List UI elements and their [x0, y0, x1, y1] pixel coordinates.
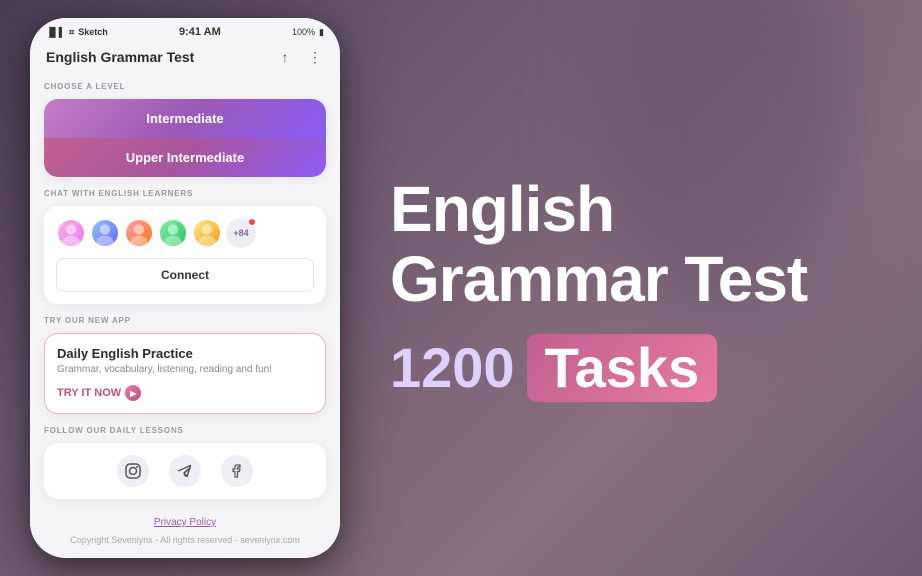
avatar-2	[90, 218, 120, 248]
new-app-section-label: TRY OUR NEW APP	[44, 316, 326, 325]
new-app-title: Daily English Practice	[57, 346, 313, 361]
heading-line2: Grammar Test	[390, 244, 882, 314]
intermediate-button[interactable]: Intermediate	[44, 99, 326, 138]
carrier-label: Sketch	[78, 27, 108, 37]
chat-card: +84 Connect	[44, 206, 326, 304]
new-app-card: Daily English Practice Grammar, vocabula…	[44, 333, 326, 414]
telegram-icon[interactable]	[169, 455, 201, 487]
level-section-label: CHOOSE A LEVEL	[44, 82, 326, 91]
new-app-description: Grammar, vocabulary, listening, reading …	[57, 364, 313, 375]
copyright-text: Copyright Sevenlynx - All rights reserve…	[70, 535, 300, 545]
signal-bars: ▐▌▌	[46, 27, 65, 37]
battery-icon: ▮	[319, 27, 324, 38]
connect-button[interactable]: Connect	[56, 258, 314, 292]
status-time: 9:41 AM	[179, 26, 221, 38]
privacy-policy-link[interactable]: Privacy Policy	[44, 517, 326, 528]
facebook-icon[interactable]	[221, 455, 253, 487]
phone-mockup: ▐▌▌ ⌗ Sketch 9:41 AM 100% ▮ English Gram…	[30, 18, 340, 558]
avatar-row: +84	[56, 218, 314, 248]
app-bar: English Grammar Test ↑ ⋮	[30, 42, 340, 76]
notification-dot	[248, 218, 256, 226]
tasks-badge: Tasks	[527, 334, 718, 402]
avatar-3	[124, 218, 154, 248]
avatar-count: +84	[226, 218, 256, 248]
main-heading: English Grammar Test	[390, 174, 882, 315]
phone-content: CHOOSE A LEVEL Intermediate Upper Interm…	[30, 76, 340, 511]
app-bar-icons: ↑ ⋮	[276, 48, 324, 66]
social-icons-row	[56, 455, 314, 487]
avatar-count-label: +84	[233, 228, 248, 238]
status-battery: 100% ▮	[292, 27, 324, 38]
status-carrier: ▐▌▌ ⌗ Sketch	[46, 27, 108, 38]
follow-card	[44, 443, 326, 499]
upper-intermediate-button[interactable]: Upper Intermediate	[44, 138, 326, 177]
wifi-icon: ⌗	[69, 27, 74, 38]
try-it-now-button[interactable]: TRY IT NOW ▶	[57, 385, 313, 401]
content-wrapper: ▐▌▌ ⌗ Sketch 9:41 AM 100% ▮ English Gram…	[0, 0, 922, 576]
try-play-icon: ▶	[125, 385, 141, 401]
heading-line1: English	[390, 174, 882, 244]
level-card: Intermediate Upper Intermediate	[44, 99, 326, 177]
status-bar: ▐▌▌ ⌗ Sketch 9:41 AM 100% ▮	[30, 18, 340, 42]
right-side: English Grammar Test 1200 Tasks	[370, 174, 882, 403]
avatar-4	[158, 218, 188, 248]
chat-section-label: CHAT WITH ENGLISH LEARNERS	[44, 189, 326, 198]
share-icon[interactable]: ↑	[276, 48, 294, 66]
app-title: English Grammar Test	[46, 49, 194, 65]
tasks-number: 1200	[390, 340, 515, 396]
avatar-1	[56, 218, 86, 248]
battery-label: 100%	[292, 27, 315, 37]
avatar-5	[192, 218, 222, 248]
phone-footer: Privacy Policy Copyright Sevenlynx - All…	[30, 511, 340, 558]
follow-section-label: FOLLOW OUR DAILY LESSONS	[44, 426, 326, 435]
menu-icon[interactable]: ⋮	[306, 48, 324, 66]
tasks-row: 1200 Tasks	[390, 334, 882, 402]
try-label: TRY IT NOW	[57, 387, 121, 399]
instagram-icon[interactable]	[117, 455, 149, 487]
